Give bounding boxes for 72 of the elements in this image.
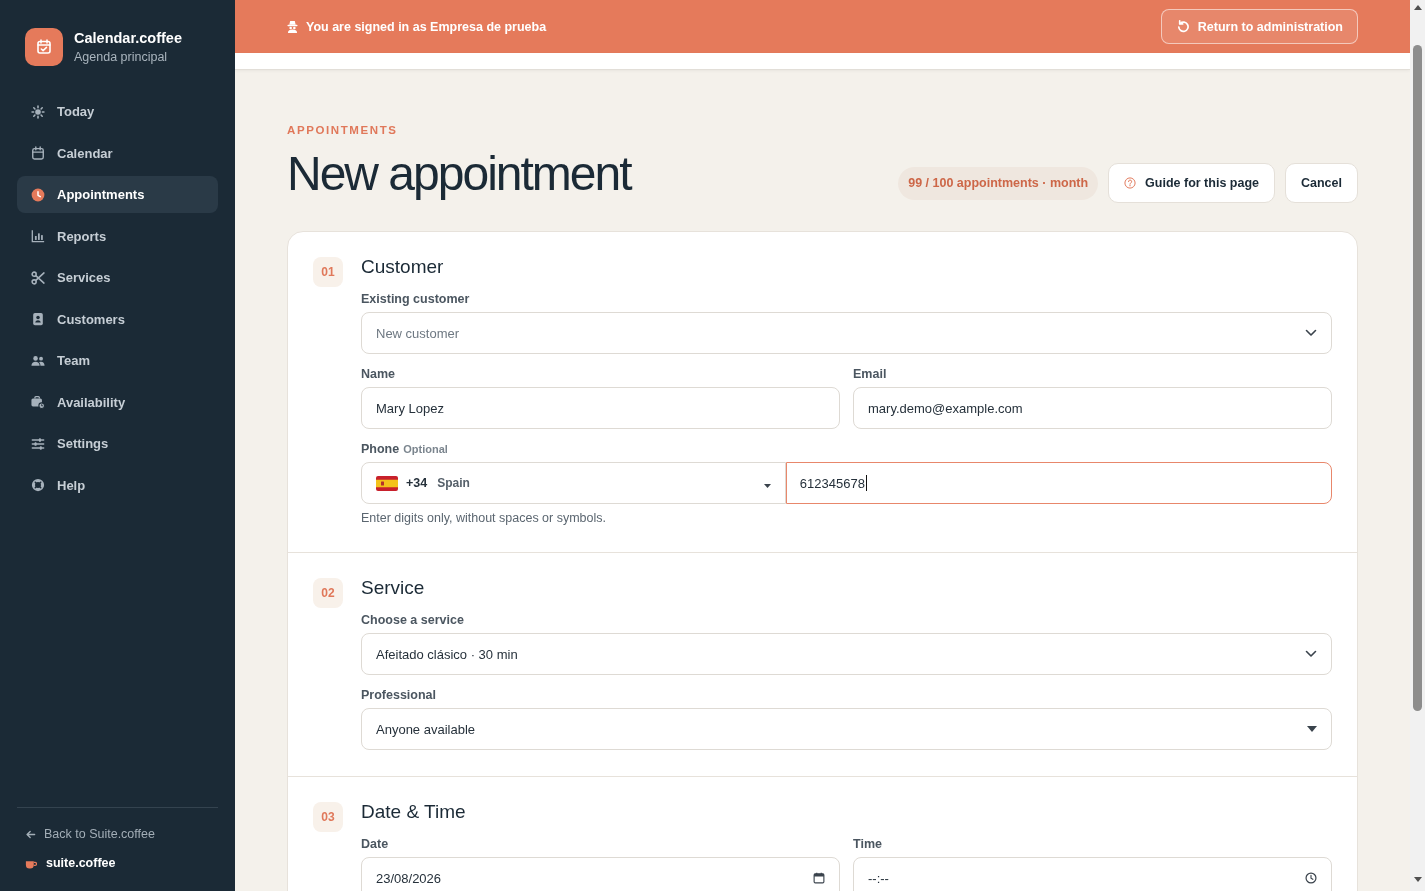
chevron-down-icon (1305, 327, 1317, 339)
guide-button[interactable]: Guide for this page (1108, 163, 1275, 203)
clock-icon (1305, 872, 1317, 884)
app-subtitle: Agenda principal (74, 49, 169, 65)
sidebar-item[interactable]: Team (17, 342, 218, 379)
field-label: Phone (361, 441, 400, 457)
bar-chart-icon (31, 229, 45, 243)
field-hint: Enter digits only, without spaces or symbols. (361, 510, 607, 526)
sidebar-item[interactable]: Settings (17, 425, 218, 462)
sidebar-item[interactable]: Customers (17, 300, 218, 338)
field-label: Name (361, 366, 396, 382)
calendar-icon (813, 872, 825, 884)
quota-badge: 99 / 100 appointments · month (898, 166, 1099, 200)
country-select[interactable]: +34 Spain (361, 462, 786, 504)
sliders-icon (31, 436, 45, 451)
briefcase-icon (31, 395, 45, 409)
step-number: 01 (313, 257, 343, 287)
optional-note: Optional (403, 442, 448, 457)
sidebar-item[interactable]: Availability (17, 383, 218, 421)
time-input[interactable]: --:-- (853, 857, 1332, 891)
spain-flag-icon (376, 475, 398, 491)
section-eyebrow: APPOINTMENTS (287, 123, 399, 137)
app-name: Calendar.coffee (74, 29, 182, 47)
chevron-down-icon (1305, 648, 1317, 660)
field-label: Professional (361, 687, 437, 703)
field-label: Time (853, 836, 882, 852)
scrollbar[interactable] (1410, 0, 1425, 891)
people-icon (31, 353, 45, 368)
sun-icon (31, 104, 45, 119)
lifebuoy-icon (31, 478, 45, 492)
caret-down-icon (763, 483, 771, 488)
select-field[interactable]: Anyone available (361, 708, 1332, 750)
scroll-up-arrow-icon (1413, 5, 1422, 10)
field-label: Email (853, 366, 887, 382)
back-link[interactable]: Back to Suite.coffee (25, 826, 218, 842)
sidebar-item[interactable]: Help (17, 466, 218, 504)
scrollbar-thumb[interactable] (1413, 45, 1422, 711)
sidebar-item[interactable]: Calendar (17, 134, 218, 172)
dropdown-triangle-icon (1307, 726, 1317, 732)
text-input[interactable]: Mary Lopez (361, 387, 840, 429)
rotate-left-icon (1175, 20, 1189, 33)
step-number: 03 (313, 802, 343, 832)
page-title: New appointment (287, 150, 631, 198)
cancel-button[interactable]: Cancel (1285, 163, 1358, 203)
calendar-icon (31, 146, 45, 160)
calendar-logo-icon (25, 28, 63, 66)
text-input[interactable]: mary.demo@example.com (853, 387, 1332, 429)
step-number: 02 (313, 578, 343, 608)
contact-book-icon (31, 312, 45, 326)
suite-brand-link[interactable]: suite.coffee (25, 855, 218, 871)
scroll-down-arrow-icon (1413, 877, 1422, 882)
date-input[interactable]: 23/08/2026 (361, 857, 840, 891)
section-title: Customer (361, 256, 445, 278)
user-icon (287, 20, 298, 33)
section-title: Date & Time (361, 801, 467, 823)
section-title: Service (361, 577, 426, 599)
field-label: Date (361, 836, 389, 852)
field-label: Choose a service (361, 612, 464, 628)
sidebar-item[interactable]: Services (17, 259, 218, 296)
sidebar-item[interactable]: Reports (17, 217, 218, 255)
select-field[interactable]: Afeitado clásico · 30 min (361, 633, 1332, 675)
signed-in-message: You are signed in as Empresa de prueba (306, 19, 547, 34)
clock-icon (31, 187, 45, 202)
field-label: Existing customer (361, 291, 470, 307)
phone-input[interactable]: 612345678 (785, 462, 1332, 504)
select-field[interactable]: New customer (361, 312, 1332, 354)
text-cursor-icon (865, 475, 867, 491)
sidebar-item[interactable]: Today (17, 93, 218, 130)
help-icon (1124, 177, 1137, 189)
scissors-icon (31, 270, 45, 285)
arrow-left-icon (25, 828, 36, 840)
sidebar-item[interactable]: Appointments (17, 176, 218, 213)
